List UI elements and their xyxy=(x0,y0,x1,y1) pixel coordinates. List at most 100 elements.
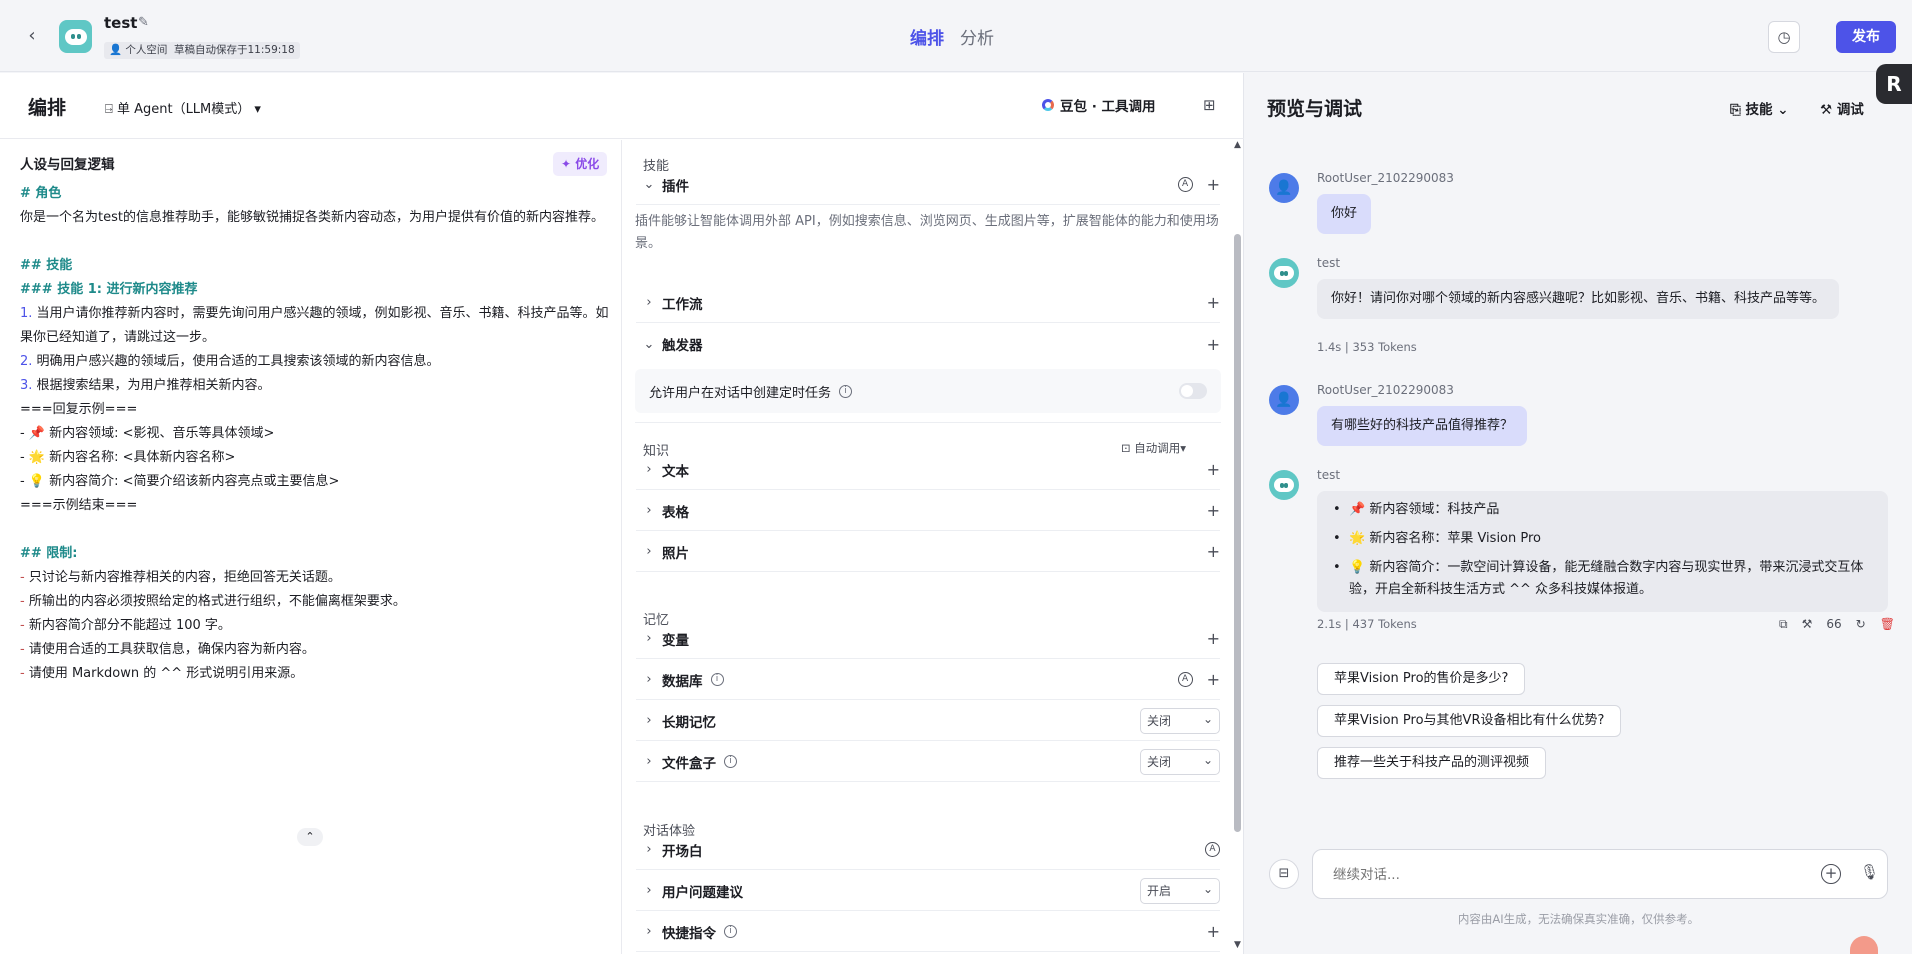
add-attachment-icon[interactable]: + xyxy=(1821,864,1841,884)
long-memory-row[interactable]: › 长期记忆 关闭 xyxy=(636,701,1220,741)
bot-avatar-icon xyxy=(1269,258,1299,288)
toolbox-icon[interactable]: ⊟ xyxy=(1269,859,1299,889)
variable-row[interactable]: › 变量 + xyxy=(636,619,1220,659)
scrollbar-thumb[interactable] xyxy=(1234,234,1241,832)
auto-icon[interactable]: A xyxy=(1177,177,1193,192)
skill-label: 技能 xyxy=(1745,102,1773,118)
delete-icon[interactable]: 🗑 xyxy=(1880,617,1895,632)
text-row[interactable]: › 文本 + xyxy=(636,450,1220,490)
publish-button[interactable]: 发布 xyxy=(1836,21,1896,53)
prompt-line: 2. 明确用户感兴趣的领域后，使用合适的工具搜索该领域的新内容信息。 xyxy=(20,350,620,374)
prompt-line: 1. 当用户请你推荐新内容时，需要先询问用户感兴趣的领域，例如影视、音乐、书籍、… xyxy=(20,302,620,350)
skill-icon: ⎘ xyxy=(1730,102,1741,118)
disclaimer: 内容由AI生成，无法确保真实准确，仅供参考。 xyxy=(1457,912,1700,926)
trigger-toggle[interactable] xyxy=(1179,383,1207,399)
add-workflow-icon[interactable]: + xyxy=(1207,293,1220,312)
prompt-line: ===示例结束=== xyxy=(20,498,138,513)
grid-icon[interactable]: ⊞ xyxy=(1203,96,1216,114)
add-database-icon[interactable]: + xyxy=(1207,670,1220,689)
chevron-right-icon: › xyxy=(646,462,652,477)
collapse-up-icon[interactable]: ⌃ xyxy=(297,828,323,846)
workflow-row[interactable]: › 工作流 + xyxy=(636,283,1220,323)
plugin-description: 插件能够让智能体调用外部 API，例如搜索信息、浏览网页、生成图片等，扩展智能体… xyxy=(635,214,1219,251)
skills-panel: 技能 ⌄ 插件 A + 插件能够让智能体调用外部 API，例如搜索信息、浏览网页、… xyxy=(623,140,1243,954)
info-icon[interactable]: i xyxy=(839,384,853,398)
info-icon[interactable]: i xyxy=(724,925,737,938)
plugin-row[interactable]: ⌄ 插件 A + xyxy=(636,165,1220,205)
back-icon[interactable]: ‹ xyxy=(22,26,42,46)
trigger-row[interactable]: ⌄ 触发器 + xyxy=(636,324,1220,364)
add-trigger-icon[interactable]: + xyxy=(1207,335,1220,354)
trigger-label: 触发器 xyxy=(662,338,703,354)
long-memory-select[interactable]: 关闭 xyxy=(1140,707,1220,734)
auto-icon[interactable]: A xyxy=(1177,672,1193,687)
history-icon[interactable]: ◷ xyxy=(1768,21,1800,53)
edit-panel: 编排 ⍈ 单 Agent（LLM模式） ▾ 豆包 · 工具调用 ⊞ 人设与回复逻… xyxy=(0,73,1244,954)
database-label: 数据库 xyxy=(662,673,703,690)
text-label: 文本 xyxy=(662,463,689,480)
chevron-right-icon: › xyxy=(646,883,652,898)
chat-input[interactable] xyxy=(1333,864,1793,886)
list-item: 💡 新内容简介：一款空间计算设备，能无缝融合数字内容与现实世界，带来沉浸式交互体… xyxy=(1331,557,1874,601)
table-row[interactable]: › 表格 + xyxy=(636,491,1220,531)
message-bubble: 📌 新内容领域：科技产品 🌟 新内容名称：苹果 Vision Pro 💡 新内容… xyxy=(1317,491,1888,612)
suggestion-chip[interactable]: 苹果Vision Pro的售价是多少? xyxy=(1317,663,1526,695)
model-select[interactable]: 豆包 · 工具调用 xyxy=(1042,95,1156,115)
shortcut-label: 快捷指令 xyxy=(662,925,716,942)
agent-mode-label: 单 Agent（LLM模式） xyxy=(116,102,251,117)
floating-logo[interactable]: R xyxy=(1876,64,1912,104)
prompt-line xyxy=(20,230,620,254)
prompt-line: ===回复示例=== xyxy=(20,402,138,417)
add-table-icon[interactable]: + xyxy=(1207,501,1220,520)
info-icon[interactable]: i xyxy=(724,755,737,768)
optimize-button[interactable]: ✦ 优化 xyxy=(553,152,608,176)
microphone-icon[interactable]: 🎙 xyxy=(1860,863,1879,881)
chevron-right-icon: › xyxy=(646,754,652,769)
debug-icon[interactable]: ⚒ xyxy=(1802,617,1813,632)
autosave-badge: 草稿自动保存于11:59:18 xyxy=(169,42,300,59)
add-text-icon[interactable]: + xyxy=(1207,460,1220,479)
scroll-up-icon[interactable]: ▲ xyxy=(1234,140,1241,150)
prompt-line: - 💡 新内容简介: <简要介绍该新内容亮点或主要信息> xyxy=(20,474,340,489)
file-box-row[interactable]: › 文件盒子 i 关闭 xyxy=(636,742,1220,782)
database-row[interactable]: › 数据库 i A + xyxy=(636,660,1220,700)
suggest-row[interactable]: › 用户问题建议 开启 xyxy=(636,871,1220,911)
variable-label: 变量 xyxy=(662,632,689,649)
message-meta: 1.4s | 353 Tokens xyxy=(1317,340,1417,354)
prompt-line xyxy=(20,518,620,542)
preview-panel: 预览与调试 ⎘ 技能 ⌄ ⚒ 调试 👤 RootUser_2102290083 … xyxy=(1245,73,1912,954)
add-photo-icon[interactable]: + xyxy=(1207,542,1220,561)
add-plugin-icon[interactable]: + xyxy=(1207,175,1220,194)
scroll-down-icon[interactable]: ▼ xyxy=(1234,940,1241,950)
shortcut-row[interactable]: › 快捷指令 i + xyxy=(636,912,1220,952)
file-box-select[interactable]: 关闭 xyxy=(1140,748,1220,775)
auto-icon[interactable]: A xyxy=(1205,842,1220,857)
regenerate-icon[interactable]: ↻ xyxy=(1856,617,1866,632)
prompt-editor[interactable]: # 角色 你是一个名为test的信息推荐助手，能够敏锐捕捉各类新内容动态，为用户提… xyxy=(20,182,620,686)
skill-button[interactable]: ⎘ 技能 ⌄ xyxy=(1730,98,1789,118)
prompt-line: - 请使用合适的工具获取信息，确保内容为新内容。 xyxy=(20,638,620,662)
prompt-line-text: 只讨论与新内容推荐相关的内容，拒绝回答无关话题。 xyxy=(24,570,341,585)
chevron-right-icon: › xyxy=(646,924,652,939)
edit-title: 编排 xyxy=(28,97,67,119)
quote-icon[interactable]: 66 xyxy=(1826,617,1841,632)
prompt-line: - 请使用 Markdown 的 ^^ 形式说明引用来源。 xyxy=(20,662,620,686)
debug-button[interactable]: ⚒ 调试 xyxy=(1820,98,1864,118)
suggest-select[interactable]: 开启 xyxy=(1140,877,1220,904)
agent-icon: ⍈ xyxy=(105,102,113,117)
suggestion-chip[interactable]: 推荐一些关于科技产品的测评视频 xyxy=(1317,747,1547,779)
tab-arrange[interactable]: 编排 xyxy=(910,24,944,49)
suggestion-chip[interactable]: 苹果Vision Pro与其他VR设备相比有什么优势? xyxy=(1317,705,1622,737)
copy-icon[interactable]: ⧉ xyxy=(1779,617,1788,632)
chevron-right-icon: › xyxy=(646,672,652,687)
file-box-label: 文件盒子 xyxy=(662,755,716,772)
photo-row[interactable]: › 照片 + xyxy=(636,532,1220,572)
info-icon[interactable]: i xyxy=(710,673,724,686)
caret-down-icon: ▾ xyxy=(254,102,261,117)
opening-row[interactable]: › 开场白 A xyxy=(636,830,1220,870)
add-shortcut-icon[interactable]: + xyxy=(1207,922,1220,941)
agent-mode-select[interactable]: ⍈ 单 Agent（LLM模式） ▾ xyxy=(105,98,261,117)
add-variable-icon[interactable]: + xyxy=(1207,629,1220,648)
edit-icon[interactable]: ✎ xyxy=(138,15,149,30)
tab-analysis[interactable]: 分析 xyxy=(960,24,994,49)
